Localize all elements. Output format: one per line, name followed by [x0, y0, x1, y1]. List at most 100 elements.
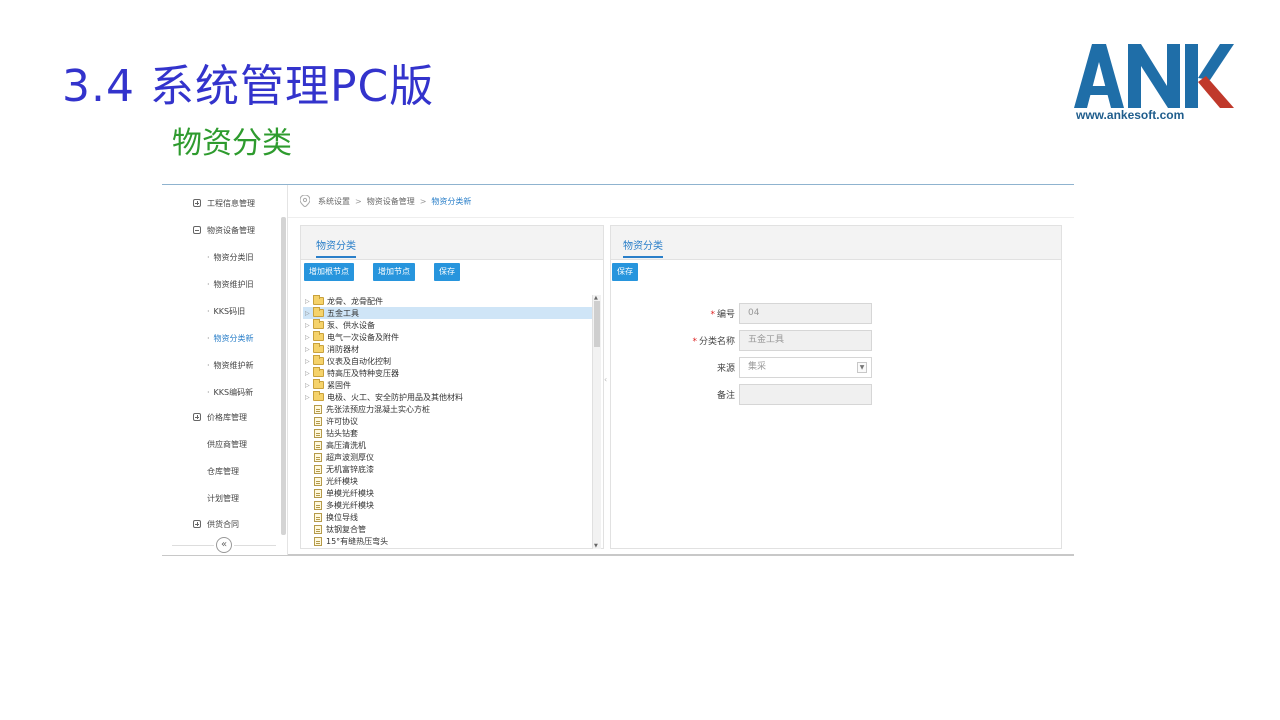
tab-material-category[interactable]: 物资分类 [316, 237, 356, 258]
save-detail-button[interactable]: 保存 [612, 263, 638, 281]
code-field[interactable]: 04 [739, 302, 872, 324]
sidebar-item-warehouse[interactable]: 仓库管理 [162, 461, 282, 481]
tree-node-leaf[interactable]: 无机富锌底漆 [303, 463, 593, 475]
sidebar-item-project-info[interactable]: 工程信息管理 [162, 193, 282, 213]
tree-node-folder[interactable]: ▷ 五金工具 [303, 307, 593, 319]
file-icon [314, 536, 322, 546]
sidebar-item-kks-old[interactable]: · KKS码旧 [162, 301, 282, 321]
tree-node-folder[interactable]: ▷ 泵、供水设备 [303, 319, 593, 331]
tree-node-leaf[interactable]: 单模光纤模块 [303, 487, 593, 499]
sidebar-item-material-category-old[interactable]: · 物资分类旧 [162, 247, 282, 267]
sidebar-item-price-library[interactable]: 价格库管理 [162, 407, 282, 427]
expand-arrow-icon[interactable]: ▷ [305, 322, 313, 329]
folder-icon [313, 391, 324, 401]
sidebar-item-plan[interactable]: 计划管理 [162, 488, 282, 508]
breadcrumb-item[interactable]: 物资设备管理 [367, 196, 415, 207]
tree-node-label: 泵、供水设备 [327, 320, 375, 330]
tree-node-leaf[interactable]: 先张法预应力混凝土实心方桩 [303, 403, 593, 415]
tree-node-leaf[interactable]: 多模光纤模块 [303, 499, 593, 511]
tree-node-leaf[interactable]: 钻头钻套 [303, 427, 593, 439]
file-icon [314, 488, 322, 498]
folder-icon [313, 331, 324, 341]
sidebar-item-supply-contract[interactable]: 供货合同 [162, 514, 282, 534]
breadcrumb-separator: > [419, 196, 427, 206]
sidebar-item-material-maintenance-new[interactable]: · 物资维护新 [162, 355, 282, 375]
slide-subtitle: 物资分类 [172, 126, 292, 161]
add-node-button[interactable]: 增加节点 [373, 263, 415, 281]
sidebar-item-kks-new[interactable]: · KKS编码新 [162, 382, 282, 402]
tree-node-label: 15°有缝热压弯头 [326, 536, 389, 546]
tree-node-folder[interactable]: ▷ 电极、火工、安全防护用品及其他材料 [303, 391, 593, 403]
folder-icon [313, 355, 324, 365]
code-label: * 编号 [710, 309, 735, 320]
expand-arrow-icon[interactable]: ▷ [305, 334, 313, 341]
tab-material-category-detail[interactable]: 物资分类 [623, 237, 663, 258]
tree-node-leaf[interactable]: 钛钢复合管 [303, 523, 593, 535]
tree-node-leaf[interactable]: 绝缘件 [303, 547, 593, 549]
double-chevron-left-icon[interactable]: « [216, 537, 232, 553]
source-label: 来源 [716, 363, 735, 374]
add-root-node-button[interactable]: 增加根节点 [304, 263, 354, 281]
sidebar-scrollbar[interactable] [281, 217, 286, 535]
tree-node-label: 钛钢复合管 [326, 524, 366, 534]
breadcrumb-separator: > [355, 196, 362, 206]
sidebar-item-material-maintenance-old[interactable]: · 物资维护旧 [162, 274, 282, 294]
tree-node-label: 先张法预应力混凝土实心方桩 [326, 404, 430, 414]
sidebar-item-label: 工程信息管理 [207, 198, 255, 208]
chevron-down-icon[interactable]: ▼ [857, 361, 867, 373]
tree-node-folder[interactable]: ▷ 电气一次设备及附件 [303, 331, 593, 343]
tree-node-label: 无机富锌底漆 [326, 464, 374, 474]
sidebar-collapse: « [162, 537, 282, 553]
sidebar-item-supplier[interactable]: 供应商管理 [162, 434, 282, 454]
tree-node-leaf[interactable]: 许可协议 [303, 415, 593, 427]
tree-node-leaf[interactable]: 高压清洗机 [303, 439, 593, 451]
tree-node-leaf[interactable]: 超声波测厚仪 [303, 451, 593, 463]
tree-node-leaf[interactable]: 15°有缝热压弯头 [303, 535, 593, 547]
tree-node-leaf[interactable]: 光纤模块 [303, 475, 593, 487]
expand-arrow-icon[interactable]: ▷ [305, 310, 313, 317]
source-select[interactable]: 集采 ▼ [739, 356, 872, 378]
tree-node-folder[interactable]: ▷ 紧固件 [303, 379, 593, 391]
tree-node-label: 换位导线 [326, 512, 358, 522]
remarks-field[interactable] [739, 383, 872, 405]
file-icon [314, 440, 322, 450]
form-row-category-name: * 分类名称 五金工具 [682, 329, 872, 351]
expand-arrow-icon[interactable]: ▷ [305, 370, 313, 377]
tree-node-folder[interactable]: ▷ 消防器材 [303, 343, 593, 355]
tree-node-folder[interactable]: ▷ 龙骨、龙骨配件 [303, 295, 593, 307]
file-icon [314, 416, 322, 426]
expand-icon [193, 520, 201, 528]
sidebar-item-label: 价格库管理 [207, 412, 247, 422]
scroll-thumb[interactable] [594, 301, 600, 347]
scroll-down-icon[interactable]: ▼ [594, 543, 598, 549]
tree-node-folder[interactable]: ▷ 仪表及自动化控制 [303, 355, 593, 367]
category-tree: ▷ 龙骨、龙骨配件 ▷ 五金工具 ▷ 泵、供水设备 ▷ 电气一次设备及附件 ▷ 消防器材 ▷ 仪表及自… [303, 295, 599, 549]
sidebar-item-material-equipment[interactable]: 物资设备管理 [162, 220, 282, 240]
expand-arrow-icon[interactable]: ▷ [305, 298, 313, 305]
expand-arrow-icon[interactable]: ▷ [305, 346, 313, 353]
tree-node-folder[interactable]: ▷ 特高压及特种变压器 [303, 367, 593, 379]
tree-scrollbar[interactable]: ▲ ▼ [592, 295, 601, 549]
save-tree-button[interactable]: 保存 [434, 263, 460, 281]
category-name-field[interactable]: 五金工具 [739, 329, 872, 351]
tree-node-leaf[interactable]: 换位导线 [303, 511, 593, 523]
sidebar-item-label: 物资分类旧 [213, 252, 254, 262]
file-icon [314, 512, 322, 522]
sidebar-item-material-category-new[interactable]: · 物资分类新 [162, 328, 282, 348]
slide-title: 3.4 系统管理PC版 [62, 61, 435, 112]
file-icon [314, 548, 322, 549]
expand-arrow-icon[interactable]: ▷ [305, 382, 313, 389]
remarks-label: 备注 [716, 390, 735, 401]
tree-node-label: 龙骨、龙骨配件 [327, 296, 383, 306]
file-icon [314, 452, 322, 462]
tree-node-label: 电极、火工、安全防护用品及其他材料 [327, 392, 463, 402]
sidebar-item-label: KKS编码新 [213, 387, 254, 397]
category-name-label: * 分类名称 [692, 336, 735, 347]
file-icon [314, 476, 322, 486]
folder-icon [313, 319, 324, 329]
splitter-handle-icon[interactable]: ‹ [604, 375, 607, 384]
expand-arrow-icon[interactable]: ▷ [305, 394, 313, 401]
expand-arrow-icon[interactable]: ▷ [305, 358, 313, 365]
breadcrumb-item[interactable]: 系统设置 [318, 196, 350, 207]
tree-node-label: 仪表及自动化控制 [327, 356, 391, 366]
